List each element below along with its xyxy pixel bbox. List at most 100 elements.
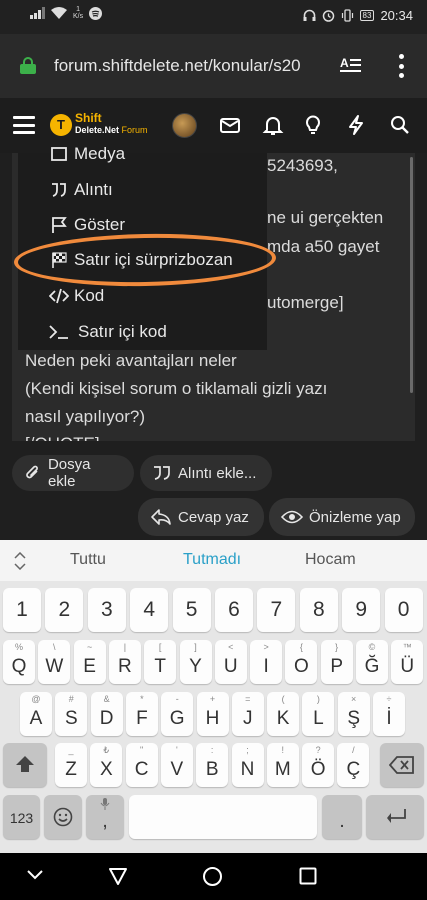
reader-mode-icon[interactable]: A (340, 56, 362, 76)
bell-icon[interactable] (262, 114, 284, 136)
url-field[interactable]: forum.shiftdelete.net/konular/s20 (54, 56, 322, 76)
quote-icon (45, 182, 73, 198)
key-8[interactable]: 8 (299, 588, 338, 632)
shift-key[interactable] (3, 743, 47, 787)
key-s[interactable]: # S (55, 692, 88, 736)
key-9[interactable]: 9 (342, 588, 381, 632)
key-m[interactable]: ! M (266, 743, 299, 787)
back-icon[interactable] (108, 866, 128, 886)
mail-icon[interactable] (219, 114, 241, 136)
key-7[interactable]: 7 (257, 588, 296, 632)
key-n[interactable]: ; N (231, 743, 264, 787)
key-ü[interactable]: ™ Ü (391, 640, 424, 684)
key-4[interactable]: 4 (130, 588, 169, 632)
key-r[interactable]: | R (108, 640, 141, 684)
key-secondary-label: - (175, 694, 179, 704)
key-label: Ü (400, 656, 415, 677)
enter-key[interactable] (366, 795, 424, 839)
key-label: Y (189, 656, 202, 677)
enter-icon (387, 809, 406, 823)
key-secondary-label: > (263, 642, 269, 652)
expand-suggestions-icon[interactable] (14, 552, 26, 570)
key-label: R (118, 656, 132, 677)
emoji-key[interactable] (44, 795, 82, 839)
key-ğ[interactable]: © Ğ (356, 640, 388, 684)
key-0[interactable]: 0 (384, 588, 423, 632)
key-x[interactable]: ₺ X (90, 743, 123, 787)
menu-item-code[interactable]: Kod (18, 279, 267, 313)
key-a[interactable]: @ A (20, 692, 52, 736)
hamburger-menu-icon[interactable] (13, 116, 35, 134)
key-f[interactable]: * F (125, 692, 158, 736)
key-2[interactable]: 2 (45, 588, 84, 632)
key-c[interactable]: " C (125, 743, 158, 787)
recents-icon[interactable] (299, 867, 317, 885)
key-h[interactable]: + H (196, 692, 229, 736)
key-g[interactable]: -G (161, 692, 194, 736)
menu-item-inline-spoiler[interactable]: Satır içi sürprizbozan (18, 243, 267, 277)
key-ç[interactable]: / Ç (337, 743, 370, 787)
key-secondary-label: ? (315, 745, 321, 755)
editor-line: ne ui gerçekten (267, 208, 384, 227)
menu-item-inline-code[interactable]: Satır içi kod (18, 315, 267, 349)
browser-menu-button[interactable] (396, 54, 406, 78)
key-p[interactable]: } P (320, 640, 353, 684)
svg-text:A: A (340, 56, 349, 70)
home-icon[interactable] (202, 866, 223, 887)
preview-button[interactable]: Önizleme yap (269, 498, 415, 536)
key-t[interactable]: [T (144, 640, 177, 684)
reply-button[interactable]: Cevap yaz (138, 498, 264, 536)
key-i̇[interactable]: ÷ İ (373, 692, 405, 736)
menu-item-quote[interactable]: Alıntı (18, 173, 267, 207)
key-i[interactable]: > I (250, 640, 283, 684)
key-1[interactable]: 1 (3, 588, 41, 632)
key-d[interactable]: & D (90, 692, 123, 736)
key-secondary-label: / (352, 745, 355, 755)
key-j[interactable]: = J (231, 692, 264, 736)
key-label: D (99, 708, 114, 729)
system-navigation-bar (0, 853, 427, 900)
menu-item-media[interactable]: Medya (18, 137, 267, 171)
key-label: M (274, 759, 291, 780)
key-v[interactable]: ' V (160, 743, 193, 787)
key-u[interactable]: < U (214, 640, 247, 684)
key-b[interactable]: :B (196, 743, 229, 787)
user-avatar[interactable] (172, 113, 197, 138)
editor-line: (Kendi kişisel sorum o tiklamali gizli y… (25, 379, 328, 398)
key-e[interactable]: ~ E (73, 640, 106, 684)
key-z[interactable]: _ Z (55, 743, 87, 787)
suggestion-3[interactable]: Hocam (305, 551, 356, 569)
hide-keyboard-icon[interactable] (26, 869, 44, 881)
suggestion-2[interactable]: Tutmadı (183, 551, 241, 569)
insert-quotes-button[interactable]: Alıntı ekle... (140, 455, 272, 491)
key-6[interactable]: 6 (215, 588, 253, 632)
key-5[interactable]: 5 (172, 588, 211, 632)
backspace-key[interactable] (380, 743, 424, 787)
key-secondary-label: * (140, 694, 144, 704)
suggestion-1[interactable]: Tuttu (70, 551, 106, 569)
quote-icon (154, 466, 170, 480)
search-icon[interactable] (389, 114, 411, 136)
comma-key[interactable]: , (86, 795, 124, 839)
key-ş[interactable]: × Ş (337, 692, 370, 736)
key-y[interactable]: ] Y (179, 640, 212, 684)
shift-icon (16, 756, 34, 772)
site-logo[interactable]: T Shift Delete.Net Forum (50, 111, 160, 140)
editor-scrollbar[interactable] (410, 157, 413, 393)
period-key[interactable]: . (322, 795, 362, 839)
key-label: X (99, 759, 113, 780)
attach-file-button[interactable]: Dosya ekle (12, 455, 134, 491)
lightbulb-icon[interactable] (302, 114, 324, 136)
menu-item-spoiler[interactable]: Göster (18, 208, 267, 242)
lightning-icon[interactable] (345, 114, 367, 136)
key-ö[interactable]: ? Ö (302, 743, 335, 787)
key-l[interactable]: ) L (302, 692, 335, 736)
key-3[interactable]: 3 (87, 588, 126, 632)
key-k[interactable]: (K (267, 692, 300, 736)
space-key[interactable] (129, 795, 317, 839)
symbols-mode-key[interactable]: 123 (3, 795, 40, 839)
checkered-flag-icon (45, 251, 73, 269)
key-q[interactable]: % Q (3, 640, 35, 684)
key-w[interactable]: \ W (38, 640, 71, 684)
key-o[interactable]: {O (285, 640, 318, 684)
